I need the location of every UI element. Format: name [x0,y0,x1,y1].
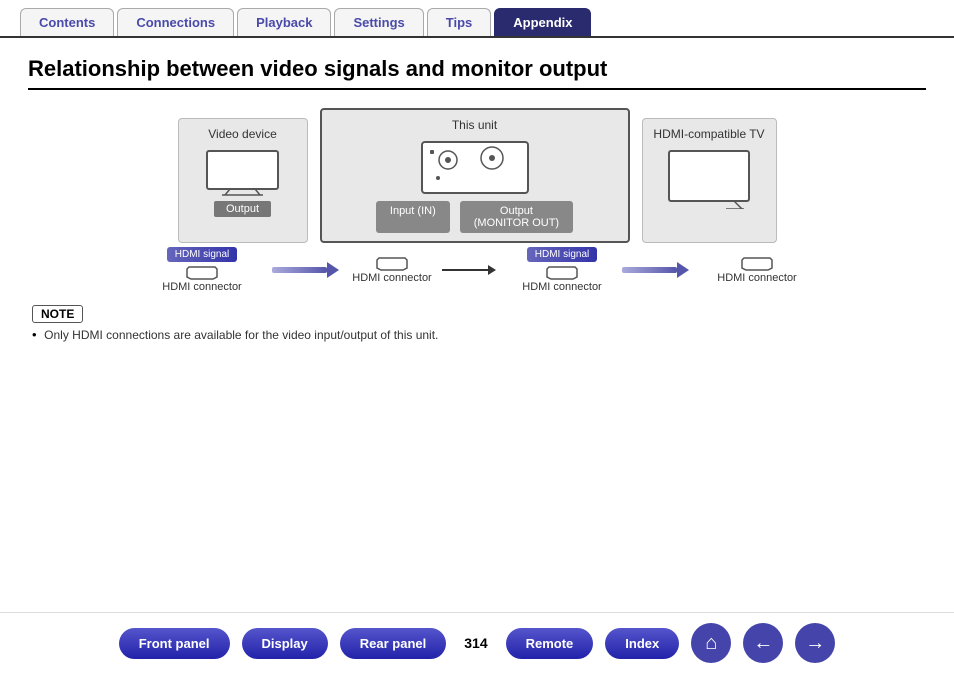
io-buttons: Input (IN) Output (MONITOR OUT) [376,201,573,233]
this-unit-box: This unit Input (IN) Output (MONITOR OUT… [320,108,630,243]
display-button[interactable]: Display [242,628,328,659]
middle-left-connector-group: HDMI connector [342,256,442,284]
purple-arrow-right [622,262,692,278]
hdmi-connector-right [740,256,774,272]
purple-arrow-left [272,262,342,278]
input-badge: Input (IN) [376,201,450,233]
back-button[interactable]: ← [743,623,783,663]
tab-contents[interactable]: Contents [20,8,114,36]
index-button[interactable]: Index [605,628,679,659]
left-connector-group: HDMI signal HDMI connector [132,247,272,293]
navigation-tabs: Contents Connections Playback Settings T… [0,8,954,38]
tab-settings[interactable]: Settings [334,8,423,36]
hdmi-tv-label: HDMI-compatible TV [653,127,764,141]
tv-icon [664,149,754,209]
hdmi-signal-right-badge: HDMI signal [527,247,597,262]
note-text-content: Only HDMI connections are available for … [44,328,438,342]
hdmi-connector-left-label: HDMI connector [162,281,241,293]
rear-panel-button[interactable]: Rear panel [340,628,446,659]
unit-device-icon [420,140,530,195]
page-title: Relationship between video signals and m… [28,56,926,90]
bottom-navigation: Front panel Display Rear panel 314 Remot… [0,612,954,673]
video-device-label: Video device [208,127,277,141]
middle-right-connector-group: HDMI signal HDMI connector [502,247,622,293]
tab-appendix[interactable]: Appendix [494,8,591,36]
right-connector-group: HDMI connector [692,256,822,284]
home-button[interactable]: ⌂ [691,623,731,663]
hdmi-connector-mid-left-label: HDMI connector [352,272,431,284]
diagram-wrapper: Video device Output This unit [28,108,926,293]
hdmi-connector-mid-right-label: HDMI connector [522,281,601,293]
hdmi-connector-mid-left [375,256,409,272]
hdmi-signal-left-badge: HDMI signal [167,247,237,262]
page-content: Relationship between video signals and m… [0,38,954,352]
tab-connections[interactable]: Connections [117,8,234,36]
video-device-box: Video device Output [178,118,308,243]
video-device-icon [205,149,280,197]
output-badge: Output [214,201,271,217]
tab-tips[interactable]: Tips [427,8,492,36]
hdmi-connector-left [185,265,219,281]
this-unit-label: This unit [452,118,497,132]
hdmi-connector-mid-right [545,265,579,281]
black-arrow-middle [442,265,502,275]
tab-playback[interactable]: Playback [237,8,331,36]
hdmi-tv-box: HDMI-compatible TV [642,118,777,243]
forward-button[interactable]: → [795,623,835,663]
output-monitor-badge: Output (MONITOR OUT) [460,201,573,233]
note-badge: NOTE [32,305,83,323]
diagram-top-row: Video device Output This unit [178,108,777,243]
remote-button[interactable]: Remote [506,628,594,659]
page-number: 314 [464,635,487,651]
hdmi-connector-right-label: HDMI connector [717,272,796,284]
note-text: • Only HDMI connections are available fo… [32,327,922,342]
diagram-connector-row: HDMI signal HDMI connector HDMI connecto… [132,247,822,293]
note-section: NOTE • Only HDMI connections are availab… [28,305,926,342]
front-panel-button[interactable]: Front panel [119,628,230,659]
